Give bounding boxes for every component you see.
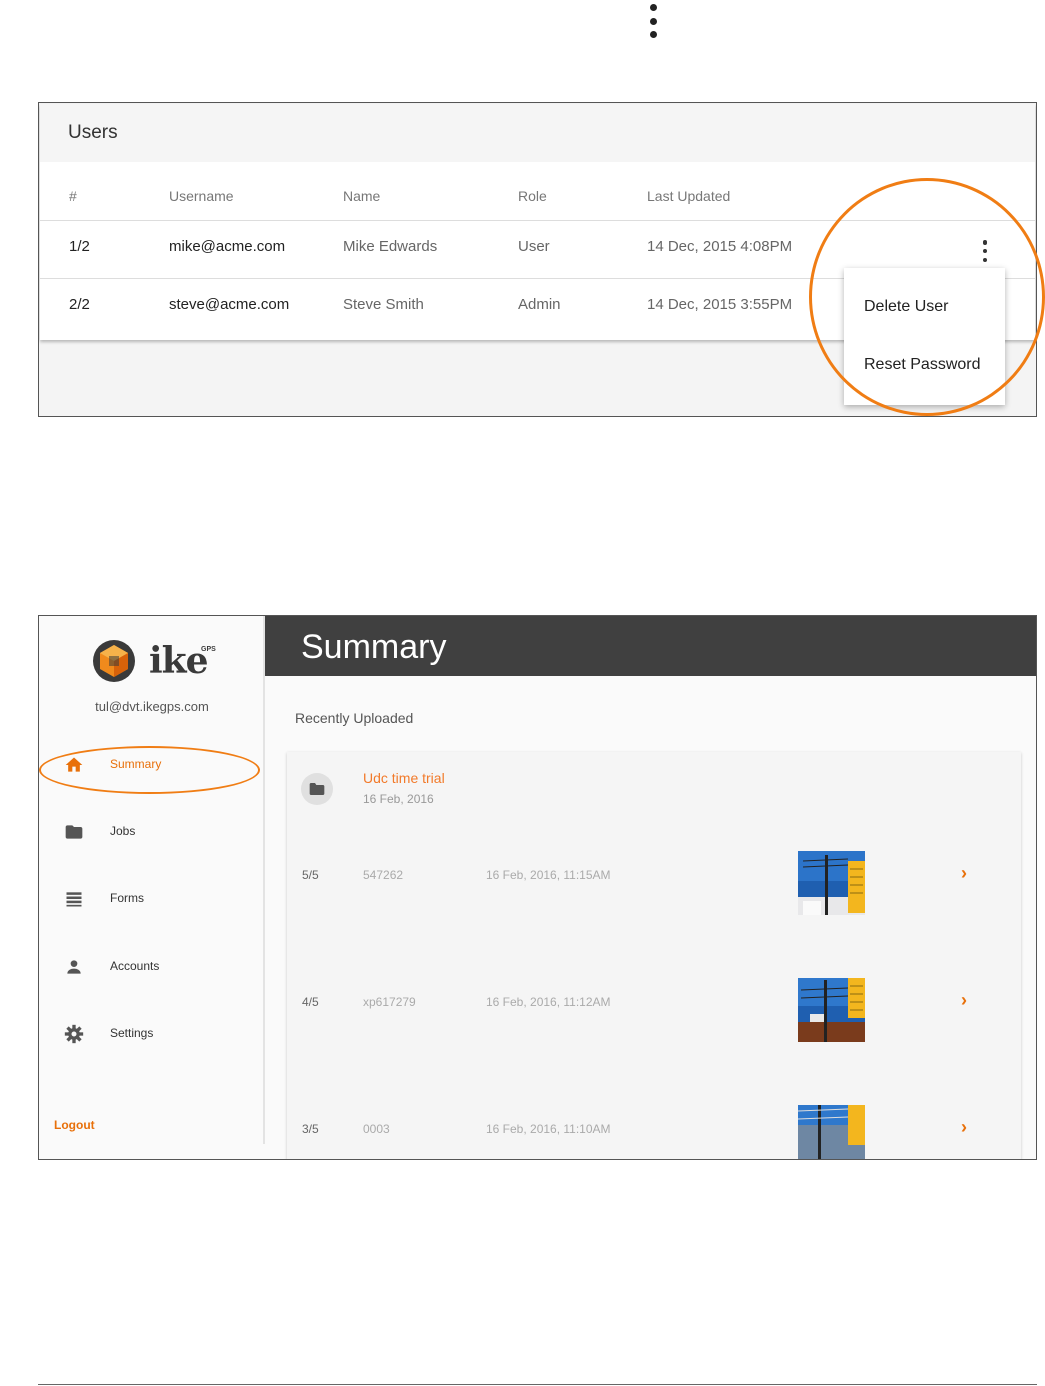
sidebar-item-settings[interactable]: Settings — [61, 1020, 251, 1048]
list-item[interactable]: 5/5 547262 16 Feb, 2016, 11:15AM › — [287, 851, 1021, 915]
ike-logo: ike GPS — [91, 638, 221, 684]
sidebar-item-forms[interactable]: Forms — [61, 885, 251, 913]
entry-date: 16 Feb, 2016, 11:15AM — [486, 868, 611, 882]
sidebar-item-label: Accounts — [110, 959, 160, 973]
more-options-icon[interactable] — [646, 4, 660, 38]
chevron-right-icon[interactable]: › — [961, 990, 967, 1011]
users-header: Users — [40, 104, 1035, 162]
chevron-right-icon[interactable]: › — [961, 863, 967, 884]
row-index: 1/2 — [69, 238, 90, 255]
sidebar-item-jobs[interactable]: Jobs — [61, 818, 251, 846]
job-date: 16 Feb, 2016 — [363, 792, 434, 806]
job-folder-icon — [301, 773, 333, 805]
chevron-right-icon[interactable]: › — [961, 1117, 967, 1138]
row-username: mike@acme.com — [169, 238, 286, 255]
list-item[interactable]: 4/5 xp617279 16 Feb, 2016, 11:12AM › — [287, 978, 1021, 1042]
sidebar-item-label: Settings — [110, 1026, 154, 1040]
column-header-last-updated: Last Updated — [647, 188, 731, 204]
row-name: Mike Edwards — [343, 238, 438, 255]
sidebar-item-accounts[interactable]: Accounts — [61, 953, 251, 981]
ike-logo-mark-icon — [93, 640, 135, 682]
section-label: Recently Uploaded — [295, 710, 414, 726]
page-title: Summary — [301, 628, 447, 666]
column-header-name: Name — [343, 188, 381, 204]
job-title[interactable]: Udc time trial — [363, 770, 445, 786]
forms-icon — [66, 892, 82, 907]
highlight-ellipse — [39, 746, 260, 794]
logout-link[interactable]: Logout — [54, 1118, 95, 1132]
entry-thumbnail[interactable] — [798, 1105, 865, 1159]
row-role: Admin — [518, 296, 561, 313]
row-index: 2/2 — [69, 296, 90, 313]
entry-thumbnail[interactable] — [798, 851, 865, 915]
highlight-circle — [809, 178, 1045, 416]
user-email: tul@dvt.ikegps.com — [95, 699, 209, 714]
list-item[interactable]: 3/5 0003 16 Feb, 2016, 11:10AM › — [287, 1105, 1021, 1159]
sidebar: ike GPS tul@dvt.ikegps.com Summary Jobs … — [39, 616, 265, 1144]
entry-index: 3/5 — [302, 1122, 319, 1136]
entry-date: 16 Feb, 2016, 11:10AM — [486, 1122, 611, 1136]
entry-id: xp617279 — [363, 995, 416, 1009]
sidebar-item-label: Jobs — [110, 824, 136, 838]
job-card: Udc time trial 16 Feb, 2016 5/5 547262 1… — [287, 752, 1021, 1159]
column-header-index: # — [69, 188, 77, 204]
footer-divider — [38, 1384, 1037, 1385]
main-header: Summary — [265, 616, 1036, 676]
column-header-role: Role — [518, 188, 547, 204]
column-header-username: Username — [169, 188, 234, 204]
folder-icon — [65, 825, 83, 839]
row-last-updated: 14 Dec, 2015 4:08PM — [647, 238, 793, 255]
row-role: User — [518, 238, 550, 255]
logo-superscript: GPS — [201, 646, 216, 653]
entry-index: 4/5 — [302, 995, 319, 1009]
sidebar-item-label: Forms — [110, 891, 144, 905]
app-window: ike GPS tul@dvt.ikegps.com Summary Jobs … — [38, 615, 1037, 1160]
entry-id: 0003 — [363, 1122, 390, 1136]
entry-date: 16 Feb, 2016, 11:12AM — [486, 995, 611, 1009]
entry-id: 547262 — [363, 868, 404, 882]
row-username: steve@acme.com — [169, 296, 290, 313]
gear-icon — [64, 1024, 84, 1044]
row-name: Steve Smith — [343, 296, 424, 313]
entry-index: 5/5 — [302, 868, 319, 882]
users-title: Users — [68, 122, 118, 143]
entry-thumbnail[interactable] — [798, 978, 865, 1042]
person-icon — [67, 960, 81, 974]
row-last-updated: 14 Dec, 2015 3:55PM — [647, 296, 793, 313]
logo-text: ike — [149, 640, 209, 682]
